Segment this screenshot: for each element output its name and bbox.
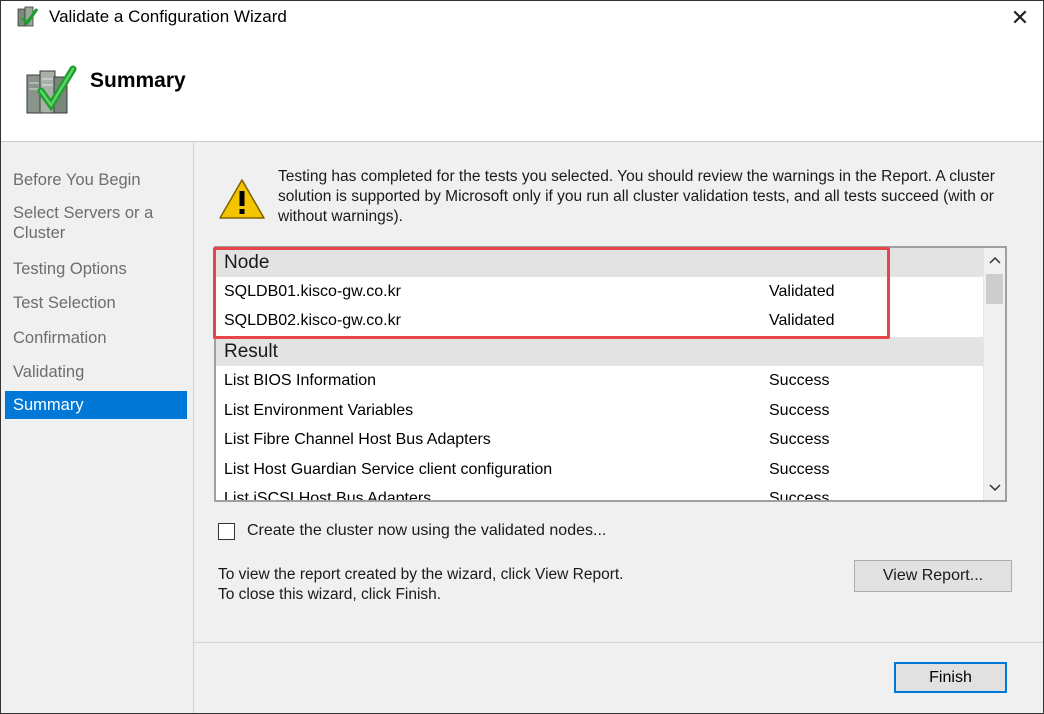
nav-item-test-selection[interactable]: Test Selection [5,293,187,313]
create-cluster-label[interactable]: Create the cluster now using the validat… [247,522,606,540]
nav-item-before-you-begin[interactable]: Before You Begin [5,170,187,190]
finish-button[interactable]: Finish [894,662,1007,693]
node-name: SQLDB01.kisco-gw.co.kr [224,283,401,300]
list-item-result[interactable]: List Host Guardian Service client config… [216,455,983,484]
group-header-result: Result [216,337,983,366]
nav-item-summary[interactable]: Summary [5,391,187,419]
test-status: Success [769,490,830,502]
test-status: Success [769,402,830,419]
create-cluster-checkbox[interactable] [218,523,235,540]
list-item-result[interactable]: List Environment Variables Success [216,396,983,425]
nav-item-select-servers-cont[interactable]: Cluster [5,223,187,243]
test-name: List Environment Variables [224,402,414,419]
finish-hint: To close this wizard, click Finish. [218,586,442,603]
list-item-node[interactable]: SQLDB02.kisco-gw.co.kr Validated [216,306,983,335]
list-item-node[interactable]: SQLDB01.kisco-gw.co.kr Validated [216,277,983,306]
list-scrollbar[interactable] [983,248,1005,500]
scrollbar-thumb[interactable] [986,274,1003,304]
test-status: Success [769,431,830,448]
group-header-node: Node [216,248,983,277]
node-status: Validated [769,283,835,300]
close-button[interactable]: ✕ [997,1,1043,35]
summary-panel: Testing has completed for the tests you … [194,142,1043,642]
node-name: SQLDB02.kisco-gw.co.kr [224,312,401,329]
wizard-window: Validate a Configuration Wizard ✕ Summar… [0,0,1044,714]
cluster-validate-large-icon [26,65,77,114]
list-item-result[interactable]: List iSCSI Host Bus Adapters Success [216,484,983,502]
nav-item-select-servers[interactable]: Select Servers or a [5,203,187,223]
window-title: Validate a Configuration Wizard [49,7,287,26]
node-status: Validated [769,312,835,329]
cluster-validate-icon [17,6,39,27]
test-name: List BIOS Information [224,372,377,389]
warning-icon [219,179,265,219]
test-name: List Fibre Channel Host Bus Adapters [224,431,491,448]
wizard-steps-nav: Before You Begin Select Servers or a Clu… [1,142,194,713]
nav-item-validating[interactable]: Validating [5,362,187,382]
scroll-up-icon[interactable] [984,250,1005,270]
close-icon: ✕ [1010,5,1030,30]
wizard-footer: Finish [194,642,1043,713]
results-list[interactable]: Node SQLDB01.kisco-gw.co.kr Validated SQ… [214,246,1007,502]
summary-intro-text: Testing has completed for the tests you … [278,168,995,225]
test-status: Success [769,372,830,389]
nav-item-testing-options[interactable]: Testing Options [5,259,187,279]
nav-item-confirmation[interactable]: Confirmation [5,328,187,348]
view-report-hint: To view the report created by the wizard… [218,566,624,583]
scroll-down-icon[interactable] [984,478,1005,498]
test-name: List Host Guardian Service client config… [224,461,553,478]
view-report-button[interactable]: View Report... [854,560,1012,592]
test-name: List iSCSI Host Bus Adapters [224,490,432,502]
list-item-result[interactable]: List BIOS Information Success [216,366,983,395]
page-title: Summary [90,69,186,92]
test-status: Success [769,461,830,478]
list-item-result[interactable]: List Fibre Channel Host Bus Adapters Suc… [216,425,983,454]
wizard-header: Summary [1,35,1043,142]
title-bar: Validate a Configuration Wizard ✕ [1,1,1043,35]
